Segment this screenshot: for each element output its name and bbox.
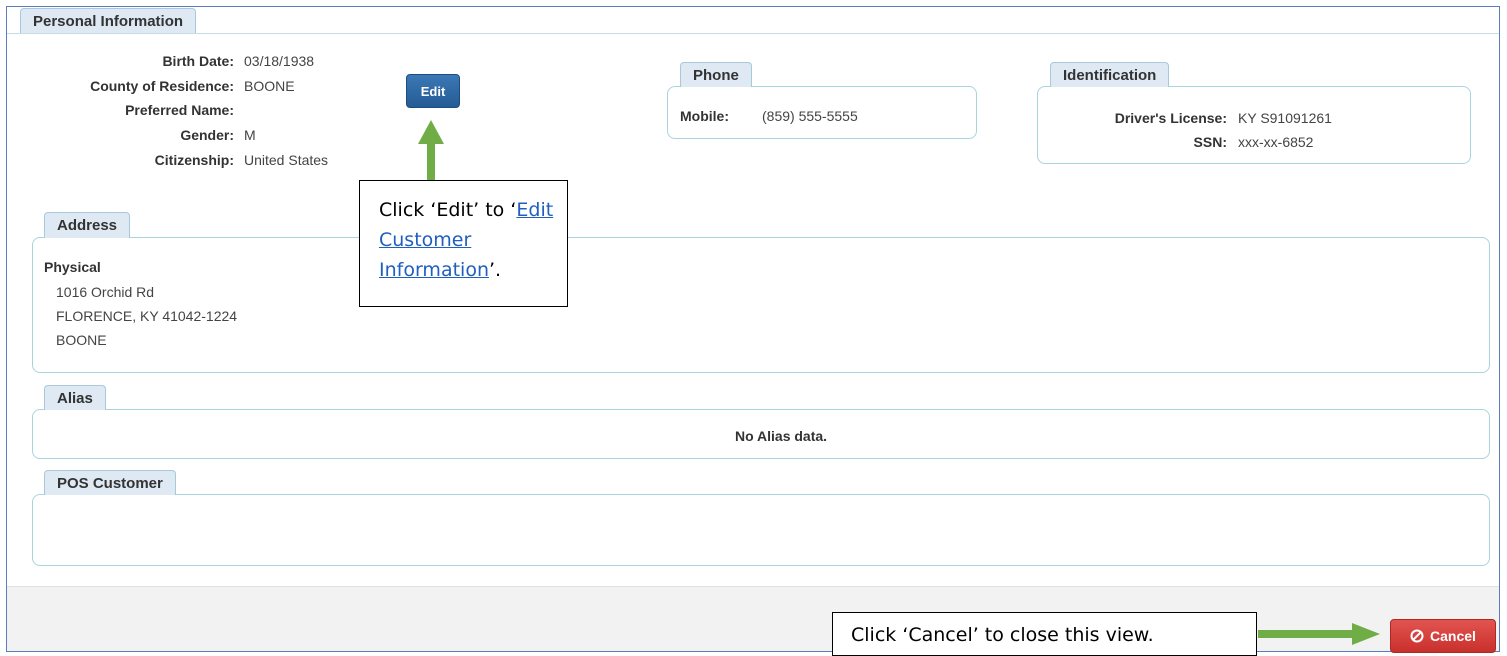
birth-date-label: Birth Date: <box>162 53 234 69</box>
personal-information-tab: Personal Information <box>20 8 197 34</box>
edit-button[interactable]: Edit <box>406 74 460 108</box>
alias-tab: Alias <box>44 385 106 410</box>
drivers-license-value: KY S91091261 <box>1238 110 1332 126</box>
address-line-2: FLORENCE, KY 41042-1224 <box>56 308 238 324</box>
address-type: Physical <box>44 259 101 275</box>
alias-empty-message: No Alias data. <box>735 428 828 444</box>
citizenship-label: Citizenship: <box>154 152 234 168</box>
edit-callout-arrow <box>418 120 444 184</box>
ssn-value: xxx-xx-6852 <box>1238 134 1314 150</box>
identification-tab: Identification <box>1050 62 1170 87</box>
address-panel <box>32 237 1490 373</box>
edit-callout-suffix: ’. <box>488 259 502 281</box>
address-line-3: BOONE <box>56 332 107 348</box>
address-line-1: 1016 Orchid Rd <box>56 284 155 300</box>
mobile-label: Mobile: <box>680 108 729 124</box>
cancel-callout-arrow <box>1258 623 1380 645</box>
phone-tab: Phone <box>680 62 752 87</box>
cancel-icon <box>1410 629 1424 643</box>
drivers-license-label: Driver's License: <box>1114 110 1227 126</box>
county-value: BOONE <box>244 78 295 94</box>
cancel-button[interactable]: Cancel <box>1390 619 1496 653</box>
county-label: County of Residence: <box>90 78 234 94</box>
citizenship-value: United States <box>244 152 329 168</box>
gender-label: Gender: <box>180 127 234 143</box>
birth-date-value: 03/18/1938 <box>244 53 315 69</box>
pos-customer-tab: POS Customer <box>44 470 176 495</box>
address-tab: Address <box>44 212 131 238</box>
edit-callout: Click ‘Edit’ to ‘Edit Customer Informati… <box>359 180 568 307</box>
cancel-callout: Click ‘Cancel’ to close this view. <box>832 612 1257 656</box>
ssn-label: SSN: <box>1193 134 1227 150</box>
personal-information-rule <box>7 33 1499 34</box>
mobile-value: (859) 555-5555 <box>762 108 858 124</box>
gender-value: M <box>244 127 256 143</box>
edit-callout-prefix: Click ‘Edit’ to ‘ <box>379 199 517 221</box>
pos-customer-panel <box>32 494 1490 566</box>
preferred-name-label: Preferred Name: <box>125 102 234 118</box>
cancel-label: Cancel <box>1430 628 1476 644</box>
